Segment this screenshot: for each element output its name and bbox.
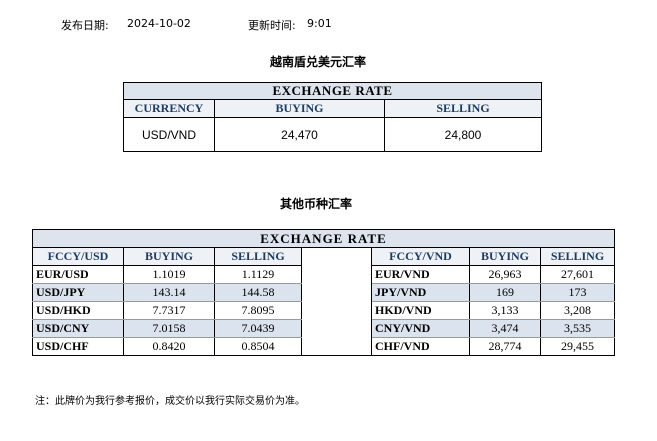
spacer-cell (301, 283, 372, 302)
vnd-sell-cell: 29,455 (540, 337, 615, 356)
vnd-pair-cell: EUR/VND (371, 265, 470, 284)
disclaimer-note: 注：此牌价为我行参考报价，成交价以我行实际交易价为准。 (35, 396, 305, 407)
exchange-rate-band: EXCHANGE RATE (123, 82, 542, 100)
usd-sell-cell: 1.1129 (214, 265, 302, 284)
usd-pair-cell: USD/CNY (32, 319, 124, 338)
usd-buy-cell: 1.1019 (123, 265, 215, 284)
usd-buy-cell: 7.7317 (123, 301, 215, 320)
usd-sell-cell: 144.58 (214, 283, 302, 302)
spacer-cell (301, 337, 372, 356)
vnd-buying-header: BUYING (469, 247, 541, 266)
selling-header: SELLING (384, 99, 542, 118)
vnd-sell-cell: 3,535 (540, 319, 615, 338)
publish-date-value: 2024-10-02 (127, 17, 191, 30)
update-time-value: 9:01 (307, 17, 332, 30)
usd-buy-cell: 7.0158 (123, 319, 215, 338)
vnd-usd-rate-table: EXCHANGE RATE CURRENCY BUYING SELLING US… (123, 82, 542, 152)
vnd-pair-cell: JPY/VND (371, 283, 470, 302)
currency-cell: USD/VND (123, 117, 215, 152)
vnd-pair-cell: HKD/VND (371, 301, 470, 320)
usd-buy-cell: 0.8420 (123, 337, 215, 356)
update-time-label: 更新时间: (248, 19, 296, 32)
other-currencies-title: 其他币种汇率 (280, 197, 353, 211)
usd-selling-header: SELLING (214, 247, 302, 266)
other-currencies-rate-table: EXCHANGE RATE FCCY/USD BUYING SELLING FC… (32, 229, 615, 356)
exchange-rate-band: EXCHANGE RATE (32, 229, 615, 248)
usd-sell-cell: 7.8095 (214, 301, 302, 320)
spacer-header (301, 247, 372, 266)
usd-pair-cell: USD/HKD (32, 301, 124, 320)
vnd-usd-title: 越南盾兑美元汇率 (270, 55, 367, 69)
vnd-pair-cell: CNY/VND (371, 319, 470, 338)
usd-sell-cell: 0.8504 (214, 337, 302, 356)
fccy-vnd-header: FCCY/VND (371, 247, 470, 266)
table-row: EUR/USD 1.1019 1.1129 EUR/VND 26,963 27,… (32, 265, 615, 284)
spacer-cell (301, 265, 372, 284)
vnd-sell-cell: 27,601 (540, 265, 615, 284)
vnd-sell-cell: 173 (540, 283, 615, 302)
currency-header: CURRENCY (123, 99, 215, 118)
buying-cell: 24,470 (214, 117, 385, 152)
usd-buying-header: BUYING (123, 247, 215, 266)
spacer-cell (301, 301, 372, 320)
fccy-usd-header: FCCY/USD (32, 247, 124, 266)
table-row: USD/JPY 143.14 144.58 JPY/VND 169 173 (32, 283, 615, 302)
usd-sell-cell: 7.0439 (214, 319, 302, 338)
vnd-selling-header: SELLING (540, 247, 615, 266)
vnd-buy-cell: 169 (469, 283, 541, 302)
usd-buy-cell: 143.14 (123, 283, 215, 302)
usd-pair-cell: EUR/USD (32, 265, 124, 284)
usd-pair-cell: USD/JPY (32, 283, 124, 302)
table-row: USD/CNY 7.0158 7.0439 CNY/VND 3,474 3,53… (32, 319, 615, 338)
usd-pair-cell: USD/CHF (32, 337, 124, 356)
selling-cell: 24,800 (384, 117, 542, 152)
publish-date-label: 发布日期: (61, 19, 109, 32)
spacer-cell (301, 319, 372, 338)
vnd-buy-cell: 3,133 (469, 301, 541, 320)
vnd-buy-cell: 3,474 (469, 319, 541, 338)
vnd-buy-cell: 26,963 (469, 265, 541, 284)
table-row: USD/HKD 7.7317 7.8095 HKD/VND 3,133 3,20… (32, 301, 615, 320)
vnd-pair-cell: CHF/VND (371, 337, 470, 356)
vnd-sell-cell: 3,208 (540, 301, 615, 320)
buying-header: BUYING (214, 99, 385, 118)
table-row: USD/VND 24,470 24,800 (123, 117, 542, 152)
table-row: USD/CHF 0.8420 0.8504 CHF/VND 28,774 29,… (32, 337, 615, 356)
vnd-buy-cell: 28,774 (469, 337, 541, 356)
